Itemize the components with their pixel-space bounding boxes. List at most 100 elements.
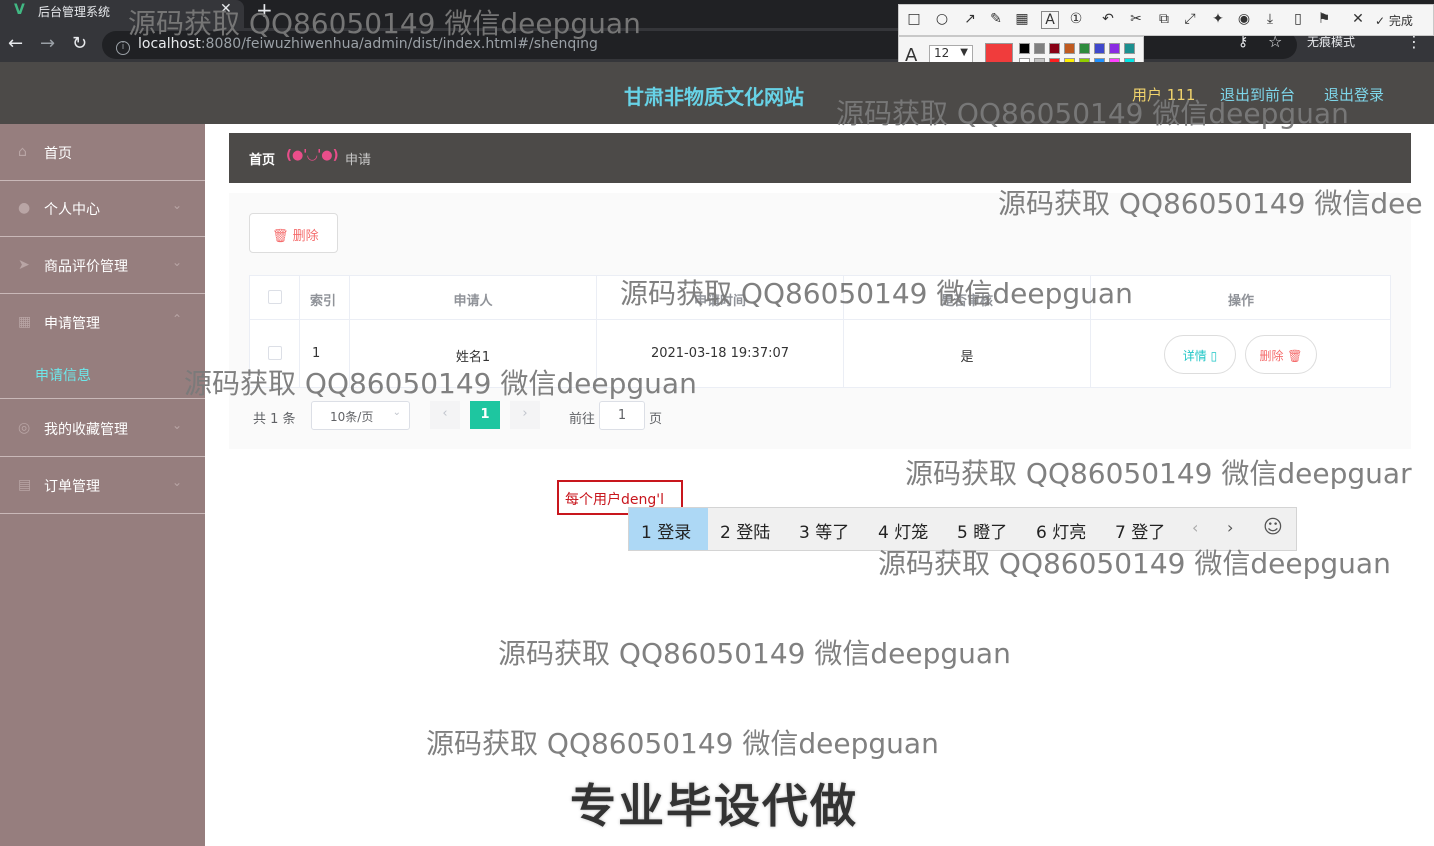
pagination-total: 共 1 条 — [253, 412, 296, 427]
select-all-checkbox[interactable] — [267, 290, 282, 304]
batch-delete-button[interactable]: 🗑 删除 — [249, 213, 338, 253]
chevron-down-icon: ⌄ — [172, 255, 183, 269]
calendar-icon: ▦ — [18, 314, 32, 330]
chevron-down-icon: ⌄ — [172, 418, 183, 432]
site-title: 甘肃非物质文化网站 — [624, 85, 804, 109]
font-size-value: 12 — [934, 46, 950, 60]
page-size-value: 10条/页 — [330, 410, 374, 424]
site-info-icon[interactable]: i — [116, 41, 130, 55]
user-icon: ● — [18, 200, 31, 216]
ime-prev-icon[interactable]: ‹ — [1192, 518, 1198, 537]
delete-label: 删除 — [292, 229, 319, 244]
delete-label: 删除 — [1259, 349, 1284, 363]
color-swatch[interactable] — [1049, 43, 1060, 54]
ellipse-tool-icon[interactable]: ○ — [933, 11, 951, 27]
color-swatch[interactable] — [1079, 43, 1090, 54]
ime-next-icon[interactable]: › — [1227, 518, 1233, 537]
text-tool-icon[interactable]: A — [1041, 11, 1059, 29]
chevron-down-icon: ⌄ — [172, 198, 183, 212]
ocr-icon[interactable]: ⧉ — [1155, 11, 1173, 27]
trash-icon: 🗑 — [272, 229, 289, 244]
watermark: 源码获取 QQ86050149 微信deepguan — [498, 637, 1011, 670]
rectangle-tool-icon[interactable]: □ — [905, 11, 923, 27]
done-button[interactable]: ✓ 完成 — [1375, 12, 1413, 29]
vue-logo-icon: V — [14, 2, 25, 18]
arrow-tool-icon[interactable]: ↗ — [961, 11, 979, 27]
select-all-cell — [250, 276, 300, 320]
undo-icon[interactable]: ↶ — [1099, 11, 1117, 27]
color-swatch[interactable] — [1034, 43, 1045, 54]
forward-icon[interactable]: → — [40, 33, 55, 54]
page-size-select[interactable]: 10条/页 ⌄ — [311, 401, 410, 430]
cell-reviewed: 是 — [844, 320, 1091, 388]
sidebar-item-personal[interactable]: ● 个人中心 ⌄ — [0, 180, 205, 237]
pen-tool-icon[interactable]: ✎ — [987, 11, 1005, 27]
done-label: 完成 — [1388, 14, 1413, 28]
column-header: 操作 — [1091, 276, 1391, 320]
doc-icon: ▤ — [18, 477, 32, 493]
watermark: 源码获取 QQ86050149 微信deepguan — [836, 97, 1349, 130]
next-page-button[interactable]: › — [510, 401, 540, 429]
pagination: 共 1 条 10条/页 ⌄ ‹ 1 › 前往 1 页 — [249, 400, 849, 430]
watermark: 源码获取 QQ86050149 微信dee — [998, 187, 1423, 220]
pin-icon[interactable]: ✦ — [1209, 11, 1227, 27]
key-icon[interactable]: ⚷ — [1238, 34, 1248, 50]
cell-actions: 详情 ▯ 删除 🗑 — [1091, 320, 1391, 388]
color-swatch[interactable] — [1064, 43, 1075, 54]
detail-label: 详情 — [1182, 349, 1207, 363]
sidebar-item-label: 首页 — [44, 146, 72, 162]
color-swatch[interactable] — [1019, 43, 1030, 54]
record-icon[interactable]: ◉ — [1235, 11, 1253, 27]
chevron-down-icon: ⌄ — [392, 407, 401, 418]
cut-icon[interactable]: ✂ — [1127, 11, 1145, 27]
watermark: 源码获取 QQ86050149 微信deepguan — [620, 277, 1133, 310]
breadcrumb-current: 申请 — [345, 153, 372, 168]
sidebar-item-reviews[interactable]: ➤ 商品评价管理 ⌄ — [0, 237, 205, 294]
sidebar: ⌂ 首页 ● 个人中心 ⌄ ➤ 商品评价管理 ⌄ ▦ 申请管理 ⌃ 申请信息 ◎… — [0, 124, 205, 846]
sidebar-item-favorites[interactable]: ◎ 我的收藏管理 ⌄ — [0, 400, 205, 457]
ime-candidate[interactable]: 2 登陆 — [708, 508, 787, 550]
page-suffix: 页 — [649, 412, 663, 427]
ime-candidate[interactable]: 1 登录 — [629, 508, 708, 550]
close-icon[interactable]: ✕ — [1349, 11, 1367, 27]
row-delete-button[interactable]: 删除 🗑 — [1245, 335, 1317, 374]
watermark-banner: 专业毕设代做 — [570, 779, 858, 833]
sidebar-item-orders[interactable]: ▤ 订单管理 ⌄ — [0, 457, 205, 514]
sidebar-item-label: 申请管理 — [44, 316, 100, 332]
fullscreen-icon[interactable]: ⤢ — [1181, 11, 1199, 27]
bookmark-icon[interactable]: ⚑ — [1315, 11, 1333, 27]
sidebar-item-applications[interactable]: ▦ 申请管理 ⌃ — [0, 294, 205, 351]
download-icon[interactable]: ⤓ — [1261, 11, 1279, 27]
goto-page-input[interactable]: 1 — [599, 401, 645, 430]
document-icon: ▯ — [1210, 349, 1218, 363]
compass-icon: ◎ — [18, 420, 31, 436]
ime-emoji-icon[interactable]: ☺ — [1263, 516, 1283, 538]
watermark: 源码获取 QQ86050149 微信deepguar — [905, 457, 1412, 490]
watermark: 源码获取 QQ86050149 微信deepguan — [426, 727, 939, 760]
chevron-down-icon: ⌄ — [172, 475, 183, 489]
phone-icon[interactable]: ▯ — [1289, 11, 1307, 27]
trash-icon: 🗑 — [1287, 349, 1303, 363]
sidebar-item-label: 我的收藏管理 — [44, 422, 128, 438]
number-tool-icon[interactable]: ① — [1067, 11, 1085, 27]
breadcrumb-home[interactable]: 首页 — [249, 149, 275, 168]
color-swatch[interactable] — [1109, 43, 1120, 54]
sidebar-item-label: 商品评价管理 — [44, 259, 128, 275]
detail-button[interactable]: 详情 ▯ — [1164, 335, 1236, 374]
ime-candidate[interactable]: 3 等了 — [787, 508, 866, 550]
sidebar-item-label: 个人中心 — [44, 202, 100, 218]
sidebar-subitem-application-info[interactable]: 申请信息 — [0, 347, 205, 399]
page-number-current[interactable]: 1 — [470, 401, 500, 429]
send-icon: ➤ — [18, 257, 30, 273]
watermark: 源码获取 QQ86050149 微信deepguan — [184, 367, 697, 400]
reload-icon[interactable]: ↻ — [72, 33, 87, 54]
color-swatch[interactable] — [1094, 43, 1105, 54]
sidebar-item-label: 订单管理 — [44, 479, 100, 495]
prev-page-button[interactable]: ‹ — [430, 401, 460, 429]
chevron-up-icon: ⌃ — [172, 312, 183, 326]
color-swatch[interactable] — [1124, 43, 1135, 54]
sidebar-item-home[interactable]: ⌂ 首页 — [0, 124, 205, 181]
mosaic-tool-icon[interactable]: ▦ — [1013, 11, 1031, 27]
back-icon[interactable]: ← — [8, 33, 23, 54]
row-checkbox[interactable] — [267, 346, 282, 360]
